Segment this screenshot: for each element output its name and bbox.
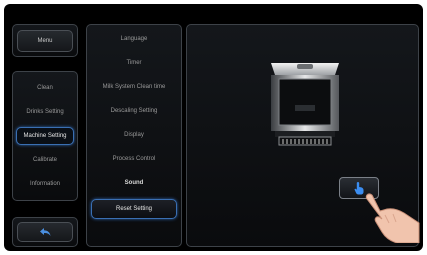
reset-setting-button[interactable]: Reset Setting — [91, 199, 177, 219]
settings-panel: Language Timer Milk System Clean time De… — [86, 24, 182, 247]
setting-language[interactable]: Language — [87, 33, 181, 45]
back-panel — [12, 217, 78, 247]
category-panel: Clean Drinks Setting Machine Setting Cal… — [12, 71, 78, 201]
setting-descaling[interactable]: Descaling Setting — [87, 105, 181, 117]
menu-button[interactable]: Menu — [17, 30, 73, 52]
back-arrow-icon — [40, 228, 51, 236]
category-machine-setting[interactable]: Machine Setting — [16, 127, 74, 145]
setting-sound[interactable]: Sound — [87, 177, 181, 189]
coffee-machine-image — [271, 63, 339, 146]
setting-milk-system-clean-time[interactable]: Milk System Clean time — [87, 81, 181, 93]
setting-timer[interactable]: Timer — [87, 57, 181, 69]
device-screen: Menu Clean Drinks Setting Machine Settin… — [4, 4, 423, 251]
back-button[interactable] — [17, 222, 73, 242]
category-information[interactable]: Information — [13, 178, 77, 190]
setting-process-control[interactable]: Process Control — [87, 153, 181, 165]
menu-panel: Menu — [12, 24, 78, 57]
pointing-hand-image — [365, 193, 420, 243]
category-drinks-setting[interactable]: Drinks Setting — [13, 106, 77, 118]
category-calibrate[interactable]: Calibrate — [13, 154, 77, 166]
setting-display[interactable]: Display — [87, 129, 181, 141]
machine-view-panel — [186, 24, 420, 247]
category-clean[interactable]: Clean — [13, 82, 77, 94]
